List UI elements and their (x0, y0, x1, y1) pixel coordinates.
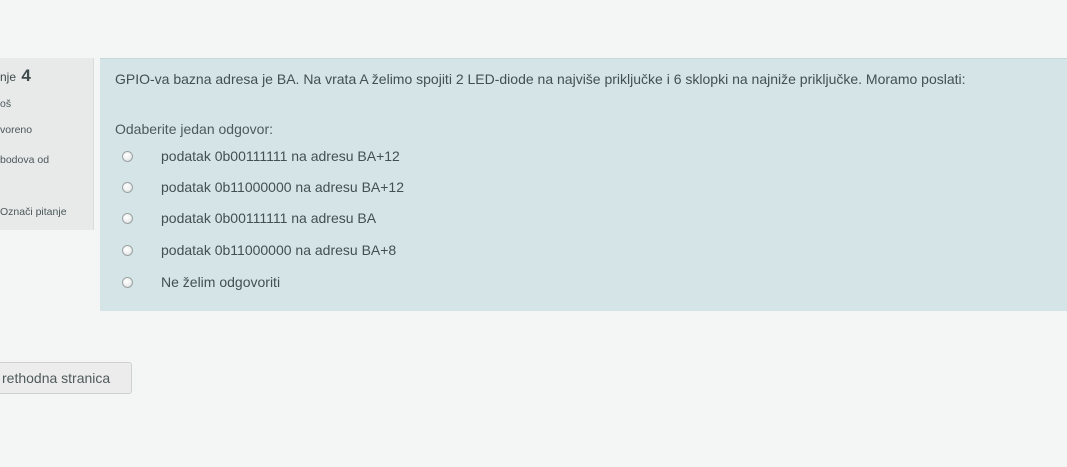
question-status-line2: voreno (0, 124, 33, 136)
answer-option-2[interactable]: podatak 0b11000000 na adresu BA+12 (122, 176, 404, 198)
question-number-value: 4 (21, 66, 31, 85)
question-text: GPIO-va bazna adresa je BA. Na vrata A ž… (115, 71, 966, 87)
answer-label: podatak 0b00111111 na adresu BA (161, 210, 377, 226)
previous-page-button[interactable]: rethodna stranica (0, 362, 132, 394)
question-number: nje 4 (0, 66, 31, 86)
radio-button[interactable] (122, 150, 133, 162)
answer-prompt: Odaberite jedan odgovor: (115, 121, 273, 137)
answer-option-1[interactable]: podatak 0b00111111 na adresu BA+12 (122, 145, 400, 167)
answer-label: podatak 0b00111111 na adresu BA+12 (161, 148, 400, 164)
radio-button[interactable] (122, 181, 133, 193)
radio-button[interactable] (122, 276, 133, 288)
question-points: bodova od (0, 154, 50, 166)
radio-button[interactable] (122, 212, 133, 224)
answer-option-5[interactable]: Ne želim odgovoriti (122, 271, 280, 293)
question-content: GPIO-va bazna adresa je BA. Na vrata A ž… (100, 58, 1067, 311)
flag-question-link[interactable]: Označi pitanje (0, 206, 67, 218)
answer-label: podatak 0b11000000 na adresu BA+8 (161, 242, 397, 258)
radio-button[interactable] (122, 244, 133, 256)
question-status-line1: oš (0, 98, 12, 110)
answer-option-4[interactable]: podatak 0b11000000 na adresu BA+8 (122, 239, 396, 261)
question-info-panel: nje 4 oš voreno bodova od Označi pitanje (0, 58, 94, 230)
answer-option-3[interactable]: podatak 0b00111111 na adresu BA (122, 207, 376, 229)
answer-label: podatak 0b11000000 na adresu BA+12 (161, 179, 405, 195)
answer-label: Ne želim odgovoriti (161, 274, 281, 290)
question-number-prefix: nje (0, 70, 17, 84)
